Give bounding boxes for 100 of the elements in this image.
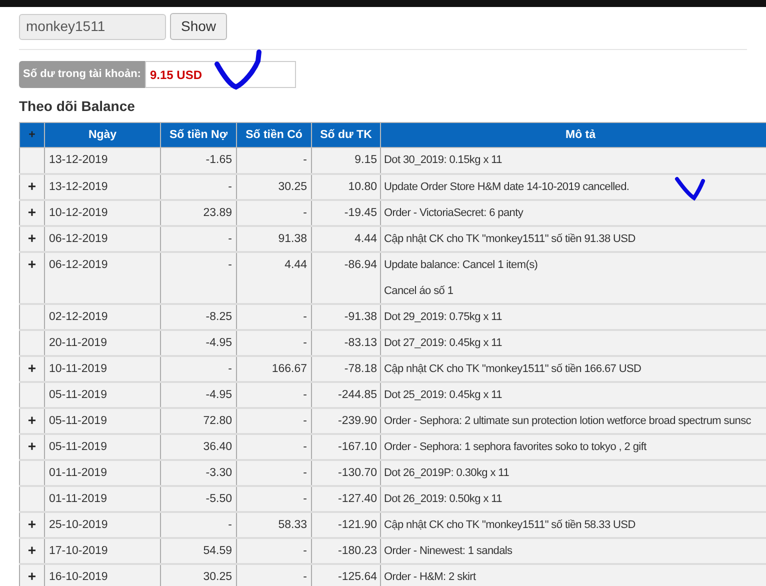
table-cell: 4.44	[312, 226, 380, 252]
table-cell: -121.90	[312, 512, 380, 538]
section-title: Theo dõi Balance	[19, 98, 136, 114]
table-cell: -125.64	[312, 564, 380, 586]
pen-mark	[674, 176, 708, 202]
table-cell: -	[236, 486, 312, 512]
table-cell: -86.94	[312, 252, 380, 304]
table-cell	[20, 460, 44, 486]
column-header: +	[20, 122, 44, 148]
expand-toggle[interactable]: +	[20, 356, 44, 382]
balance-label: Số dư trong tài khoản:	[19, 61, 145, 88]
username-field[interactable]: monkey1511	[19, 14, 166, 40]
table-cell: 10-11-2019	[44, 356, 160, 382]
table-cell: Order - Ninewest: 1 sandals	[380, 538, 766, 564]
table-cell: 10-12-2019	[44, 200, 160, 226]
table-cell: -	[160, 356, 236, 382]
table-cell: Dot 25_2019: 0.45kg x 11	[380, 382, 766, 408]
table-cell: -	[236, 382, 312, 408]
expand-toggle[interactable]: +	[20, 252, 44, 304]
table-cell: -78.18	[312, 356, 380, 382]
table-cell: -	[160, 226, 236, 252]
table-cell: -167.10	[312, 434, 380, 460]
table-cell: -127.40	[312, 486, 380, 512]
table-cell: Order - VictoriaSecret: 6 panty	[380, 200, 766, 226]
table-cell: Dot 29_2019: 0.75kg x 11	[380, 304, 766, 330]
table-cell: 20-11-2019	[44, 330, 160, 356]
table-cell: -5.50	[160, 486, 236, 512]
table-cell: -239.90	[312, 408, 380, 434]
table-cell: -244.85	[312, 382, 380, 408]
table-cell: -	[236, 200, 312, 226]
table-cell: -19.45	[312, 200, 380, 226]
table-cell: 10.80	[312, 174, 380, 200]
table-cell: 13-12-2019	[44, 148, 160, 174]
table-cell: -180.23	[312, 538, 380, 564]
table-cell: -	[160, 512, 236, 538]
table-cell: Dot 27_2019: 0.45kg x 11	[380, 330, 766, 356]
table-cell: Dot 30_2019: 0.15kg x 11	[380, 148, 766, 174]
table-cell: -	[236, 460, 312, 486]
table-cell: 05-11-2019	[44, 382, 160, 408]
expand-toggle[interactable]: +	[20, 564, 44, 586]
table-cell: Order - Sephora: 1 sephora favorites soko to tokyo , 2 gift	[380, 434, 766, 460]
pen-mark	[214, 49, 264, 91]
table-cell: 9.15	[312, 148, 380, 174]
table-cell: 58.33	[236, 512, 312, 538]
table-cell: -	[236, 434, 312, 460]
table-cell: 54.59	[160, 538, 236, 564]
expand-toggle[interactable]: +	[20, 174, 44, 200]
table-cell: -	[236, 538, 312, 564]
table-cell: 05-11-2019	[44, 434, 160, 460]
table-cell: Dot 26_2019P: 0.30kg x 11	[380, 460, 766, 486]
table-cell	[20, 304, 44, 330]
show-button[interactable]: Show	[170, 13, 228, 40]
table-cell: -	[236, 564, 312, 586]
expand-toggle[interactable]: +	[20, 538, 44, 564]
table-cell: 30.25	[160, 564, 236, 586]
table-cell: -3.30	[160, 460, 236, 486]
table-cell: -91.38	[312, 304, 380, 330]
table-cell: -	[160, 252, 236, 304]
table-cell: 166.67	[236, 356, 312, 382]
table-cell: 23.89	[160, 200, 236, 226]
table-cell: 25-10-2019	[44, 512, 160, 538]
table-cell: -	[236, 330, 312, 356]
table-cell: Update balance: Cancel 1 item(s) Cancel áo số 1	[380, 252, 766, 304]
expand-toggle[interactable]: +	[20, 200, 44, 226]
table-cell: -	[236, 148, 312, 174]
expand-toggle[interactable]: +	[20, 512, 44, 538]
table-cell: 13-12-2019	[44, 174, 160, 200]
expand-toggle[interactable]: +	[20, 434, 44, 460]
table-cell: -1.65	[160, 148, 236, 174]
table-cell: Cập nhật CK cho TK "monkey1511" số tiền 166.67 USD	[380, 356, 766, 382]
table-cell: Order - H&M: 2 skirt	[380, 564, 766, 586]
table-cell: -4.95	[160, 382, 236, 408]
table-cell: 01-11-2019	[44, 460, 160, 486]
table-cell: 36.40	[160, 434, 236, 460]
table-cell: 06-12-2019	[44, 252, 160, 304]
table-cell: 72.80	[160, 408, 236, 434]
table-cell: Cập nhật CK cho TK "monkey1511" số tiền 58.33 USD	[380, 512, 766, 538]
table-cell: Order - Sephora: 2 ultimate sun protection lotion wetforce broad spectrum sunsc	[380, 408, 766, 434]
table-cell: Update Order Store H&M date 14-10-2019 cancelled.	[380, 174, 766, 200]
table-cell	[20, 148, 44, 174]
table-cell: 06-12-2019	[44, 226, 160, 252]
table-cell: -83.13	[312, 330, 380, 356]
column-header: Mô tả	[380, 122, 766, 148]
table-cell	[20, 330, 44, 356]
expand-toggle[interactable]: +	[20, 408, 44, 434]
table-cell: Dot 26_2019: 0.50kg x 11	[380, 486, 766, 512]
table-cell: -8.25	[160, 304, 236, 330]
table-cell: -4.95	[160, 330, 236, 356]
table-cell: 4.44	[236, 252, 312, 304]
table-cell: 02-12-2019	[44, 304, 160, 330]
table-cell	[20, 486, 44, 512]
table-cell: -	[160, 174, 236, 200]
table-cell: -130.70	[312, 460, 380, 486]
expand-toggle[interactable]: +	[20, 226, 44, 252]
table-cell: 30.25	[236, 174, 312, 200]
table-cell: -	[236, 304, 312, 330]
table-cell: Cập nhật CK cho TK "monkey1511" số tiền 91.38 USD	[380, 226, 766, 252]
balance-field[interactable]: 9.15 USD	[144, 61, 296, 88]
table-cell: 91.38	[236, 226, 312, 252]
table-cell: -	[236, 408, 312, 434]
